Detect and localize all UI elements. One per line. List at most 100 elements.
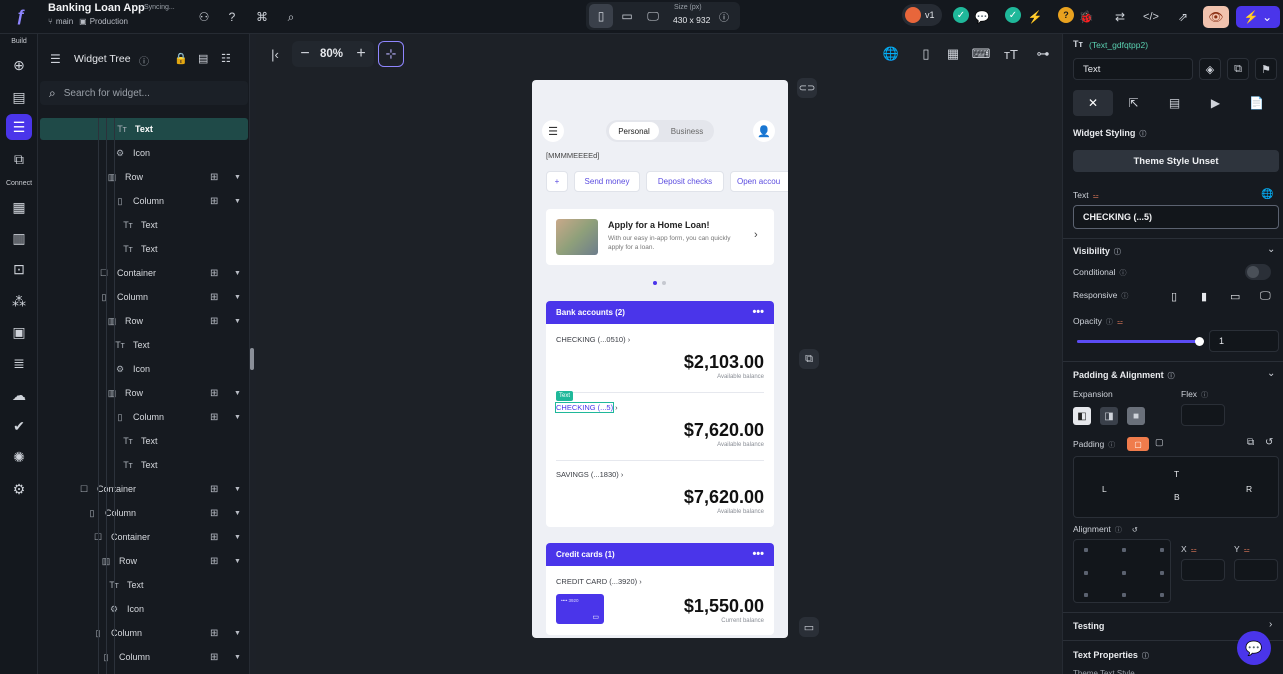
padding-alignment-chevron-icon[interactable]: ⌄ [1267, 368, 1275, 379]
tab-personal[interactable]: Personal [609, 122, 659, 140]
run-check-icon[interactable]: ✓ [1005, 7, 1021, 23]
add-child-icon[interactable]: ⊞ [210, 196, 218, 207]
language-globe-icon[interactable]: 🌐 [878, 41, 904, 67]
carousel-dot[interactable] [662, 281, 666, 285]
expand-chevron-icon[interactable]: ▼ [234, 654, 241, 661]
align-x-variable-icon[interactable]: ⚍ [1191, 547, 1197, 554]
widget-tree-info-icon[interactable]: ⓘ [139, 53, 149, 68]
add-child-icon[interactable]: ⊞ [210, 412, 218, 423]
tree-row-text[interactable]: TтText [38, 574, 249, 596]
alignment-dot[interactable] [1122, 548, 1126, 552]
padding-top-label[interactable]: T [1174, 469, 1179, 479]
responsive-desktop-icon[interactable]: 🖵 [1260, 290, 1271, 303]
tree-row-text[interactable]: TтText [38, 238, 249, 260]
carousel-dot-active[interactable] [653, 281, 657, 285]
add-child-icon[interactable]: ⊞ [210, 172, 218, 183]
add-child-icon[interactable]: ⊞ [210, 508, 218, 519]
tree-row-container[interactable]: ☐ Container ⊞ ▼ [38, 478, 249, 500]
expand-chevron-icon[interactable]: ▼ [234, 486, 241, 493]
expand-chevron-icon[interactable]: ▼ [234, 630, 241, 637]
alignment-dot[interactable] [1160, 571, 1164, 575]
tree-row-text[interactable]: TтText [38, 334, 249, 356]
media-assets-icon[interactable]: ▣ [6, 319, 32, 345]
opacity-slider-track[interactable] [1077, 337, 1204, 346]
tree-row-row[interactable]: ▥ Row ⊞ ▼ [38, 310, 249, 332]
tree-row-text[interactable]: TтText [38, 430, 249, 452]
align-y-variable-icon[interactable]: ⚍ [1244, 547, 1250, 554]
app-logo[interactable]: ƒ [10, 5, 32, 27]
opacity-variable-icon[interactable]: ⚍ [1117, 319, 1123, 326]
database-icon[interactable]: ▦ [6, 194, 32, 220]
tab-properties-icon[interactable]: ✕ [1073, 90, 1113, 116]
tab-backend-query-icon[interactable]: ▤ [1154, 90, 1195, 116]
responsive-tablet-landscape-icon[interactable]: ▭ [1230, 290, 1240, 303]
share-icon[interactable]: ⇄ [1110, 6, 1130, 28]
send-money-chip[interactable]: Send money [574, 171, 640, 192]
tree-row-container[interactable]: ☐ Container ⊞ ▼ [38, 262, 249, 284]
tree-row-text[interactable]: TтText [38, 214, 249, 236]
page-selector-icon[interactable]: ▤ [6, 84, 32, 110]
alignment-info-icon[interactable]: ⓘ [1115, 527, 1122, 534]
visibility-section[interactable]: Visibility ⓘ [1073, 246, 1121, 257]
widget-id-label[interactable]: (Text_gdfqtpp2) [1089, 40, 1148, 50]
help-icon[interactable]: ? [222, 6, 242, 28]
theme-icon[interactable]: ✺ [6, 444, 32, 470]
panel-resize-handle[interactable] [250, 348, 254, 370]
api-calls-icon[interactable]: ▥ [6, 225, 32, 251]
alignment-dot[interactable] [1122, 571, 1126, 575]
zoom-out-button[interactable]: − [292, 41, 318, 67]
text-value-field[interactable]: CHECKING (...5) [1073, 205, 1279, 229]
conditional-info-icon[interactable]: ⓘ [1120, 270, 1127, 277]
widget-search-placeholder[interactable]: Search for widget... [64, 88, 150, 99]
command-palette-icon[interactable]: ⌘ [252, 6, 272, 28]
add-action-chip[interactable]: + [546, 171, 568, 192]
select-mode-icon[interactable]: ⊹ [378, 41, 404, 67]
text-properties-section[interactable]: Text Properties ⓘ [1073, 650, 1149, 661]
expand-chevron-icon[interactable]: ▼ [234, 294, 241, 301]
expansion-expand-icon[interactable]: ■ [1127, 407, 1145, 425]
flex-info-icon[interactable]: ⓘ [1201, 392, 1208, 399]
add-child-icon[interactable]: ⊞ [210, 556, 218, 567]
expand-chevron-icon[interactable]: ▼ [234, 318, 241, 325]
canvas-copy-icon[interactable]: ⧉ [799, 349, 819, 369]
tab-business[interactable]: Business [662, 122, 712, 140]
components-icon[interactable]: ⧉ [6, 146, 32, 172]
credit-account-name[interactable]: CREDIT CARD (...3920) › [556, 577, 642, 586]
expand-chevron-icon[interactable]: ▼ [234, 558, 241, 565]
expansion-flex-icon[interactable]: ◨ [1100, 407, 1118, 425]
home-loan-promo-card[interactable]: Apply for a Home Loan! With our easy in-… [546, 209, 774, 265]
widget-type-field[interactable]: Text [1073, 58, 1193, 80]
align-y-input[interactable] [1234, 559, 1278, 581]
padding-alignment-info-icon[interactable]: ⓘ [1168, 373, 1175, 380]
collapse-all-icon[interactable]: ▤ [198, 52, 208, 65]
tree-row-row[interactable]: ▥ Row ⊞ ▼ [38, 166, 249, 188]
lock-icon[interactable]: 🔒 [174, 52, 188, 65]
text-variable-icon[interactable]: ⚍ [1093, 193, 1099, 200]
add-child-icon[interactable]: ⊞ [210, 628, 218, 639]
canvas-device-icon[interactable]: ▭ [799, 617, 819, 637]
opacity-slider-knob[interactable] [1194, 337, 1204, 346]
cloud-icon[interactable]: ☁ [6, 382, 32, 408]
add-page-icon[interactable]: ⊕ [6, 52, 32, 78]
preview-eye-icon[interactable]: 👁 [1203, 6, 1229, 28]
responsive-info-icon[interactable]: ⓘ [1121, 293, 1128, 300]
alignment-dot[interactable] [1084, 593, 1088, 597]
open-account-chip[interactable]: Open accou [730, 171, 788, 192]
widget-search-field[interactable]: ⌕ Search for widget... [40, 81, 248, 105]
app-title[interactable]: Banking Loan App [48, 2, 145, 14]
testing-chevron-icon[interactable]: › [1269, 619, 1272, 630]
settings-gear-icon[interactable]: ⚙ [6, 476, 32, 502]
tab-animations-icon[interactable]: ▶ [1195, 90, 1236, 116]
save-component-icon[interactable]: ⧉ [1227, 58, 1249, 80]
testing-icon[interactable]: ✔ [6, 413, 32, 439]
styling-info-icon[interactable]: ⓘ [1139, 131, 1146, 138]
alignment-dot[interactable] [1122, 593, 1126, 597]
tablet-view-icon[interactable]: ▭ [616, 4, 638, 28]
tree-row-icon[interactable]: ⚙ Icon [38, 358, 249, 380]
add-child-icon[interactable]: ⊞ [210, 292, 218, 303]
tree-row-column[interactable]: ▯ Column ⊞ ▼ [38, 190, 249, 212]
tab-docs-icon[interactable]: 📄 [1236, 90, 1277, 116]
tree-options-icon[interactable]: ☷ [221, 52, 231, 65]
add-child-icon[interactable]: ⊞ [210, 316, 218, 327]
tree-row-column[interactable]: ▯ Column ⊞ ▼ [38, 502, 249, 524]
